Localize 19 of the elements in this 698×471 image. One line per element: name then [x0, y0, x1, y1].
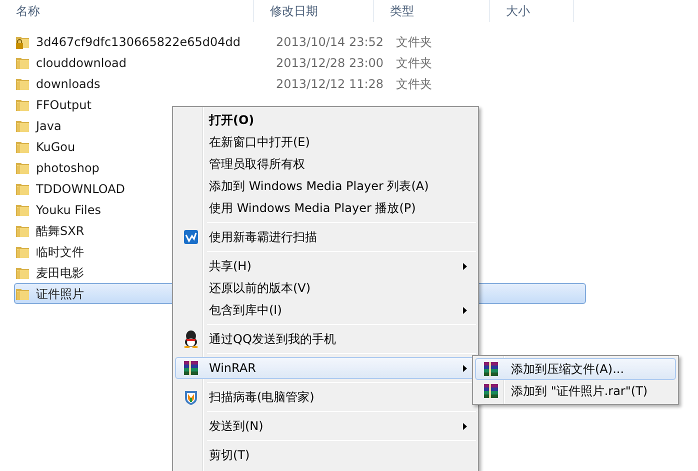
file-name: KuGou	[36, 140, 76, 154]
file-name: clouddownload	[36, 56, 127, 70]
file-name: 麦田电影	[36, 266, 84, 280]
file-date: 2013/12/12 11:28	[276, 76, 385, 92]
file-name: 3d467cf9dfc130665822e65d04dd	[36, 34, 241, 48]
file-type: 文件夹	[396, 34, 432, 50]
file-name: downloads	[36, 76, 100, 90]
file-name: Java	[36, 118, 62, 132]
file-name: 酷舞SXR	[36, 224, 84, 238]
file-type: 文件夹	[396, 54, 432, 72]
file-type: 文件夹	[396, 76, 432, 92]
file-name: 临时文件	[36, 244, 84, 258]
file-name: Youku Files	[36, 202, 102, 216]
file-name: photoshop	[36, 160, 100, 174]
file-name: TDDOWNLOAD	[36, 182, 126, 196]
file-name: FFOutput	[36, 98, 92, 112]
file-date: 2013/12/28 23:00	[276, 54, 385, 72]
file-name: 证件照片	[36, 286, 84, 300]
file-date: 2013/10/14 23:52	[276, 34, 385, 50]
